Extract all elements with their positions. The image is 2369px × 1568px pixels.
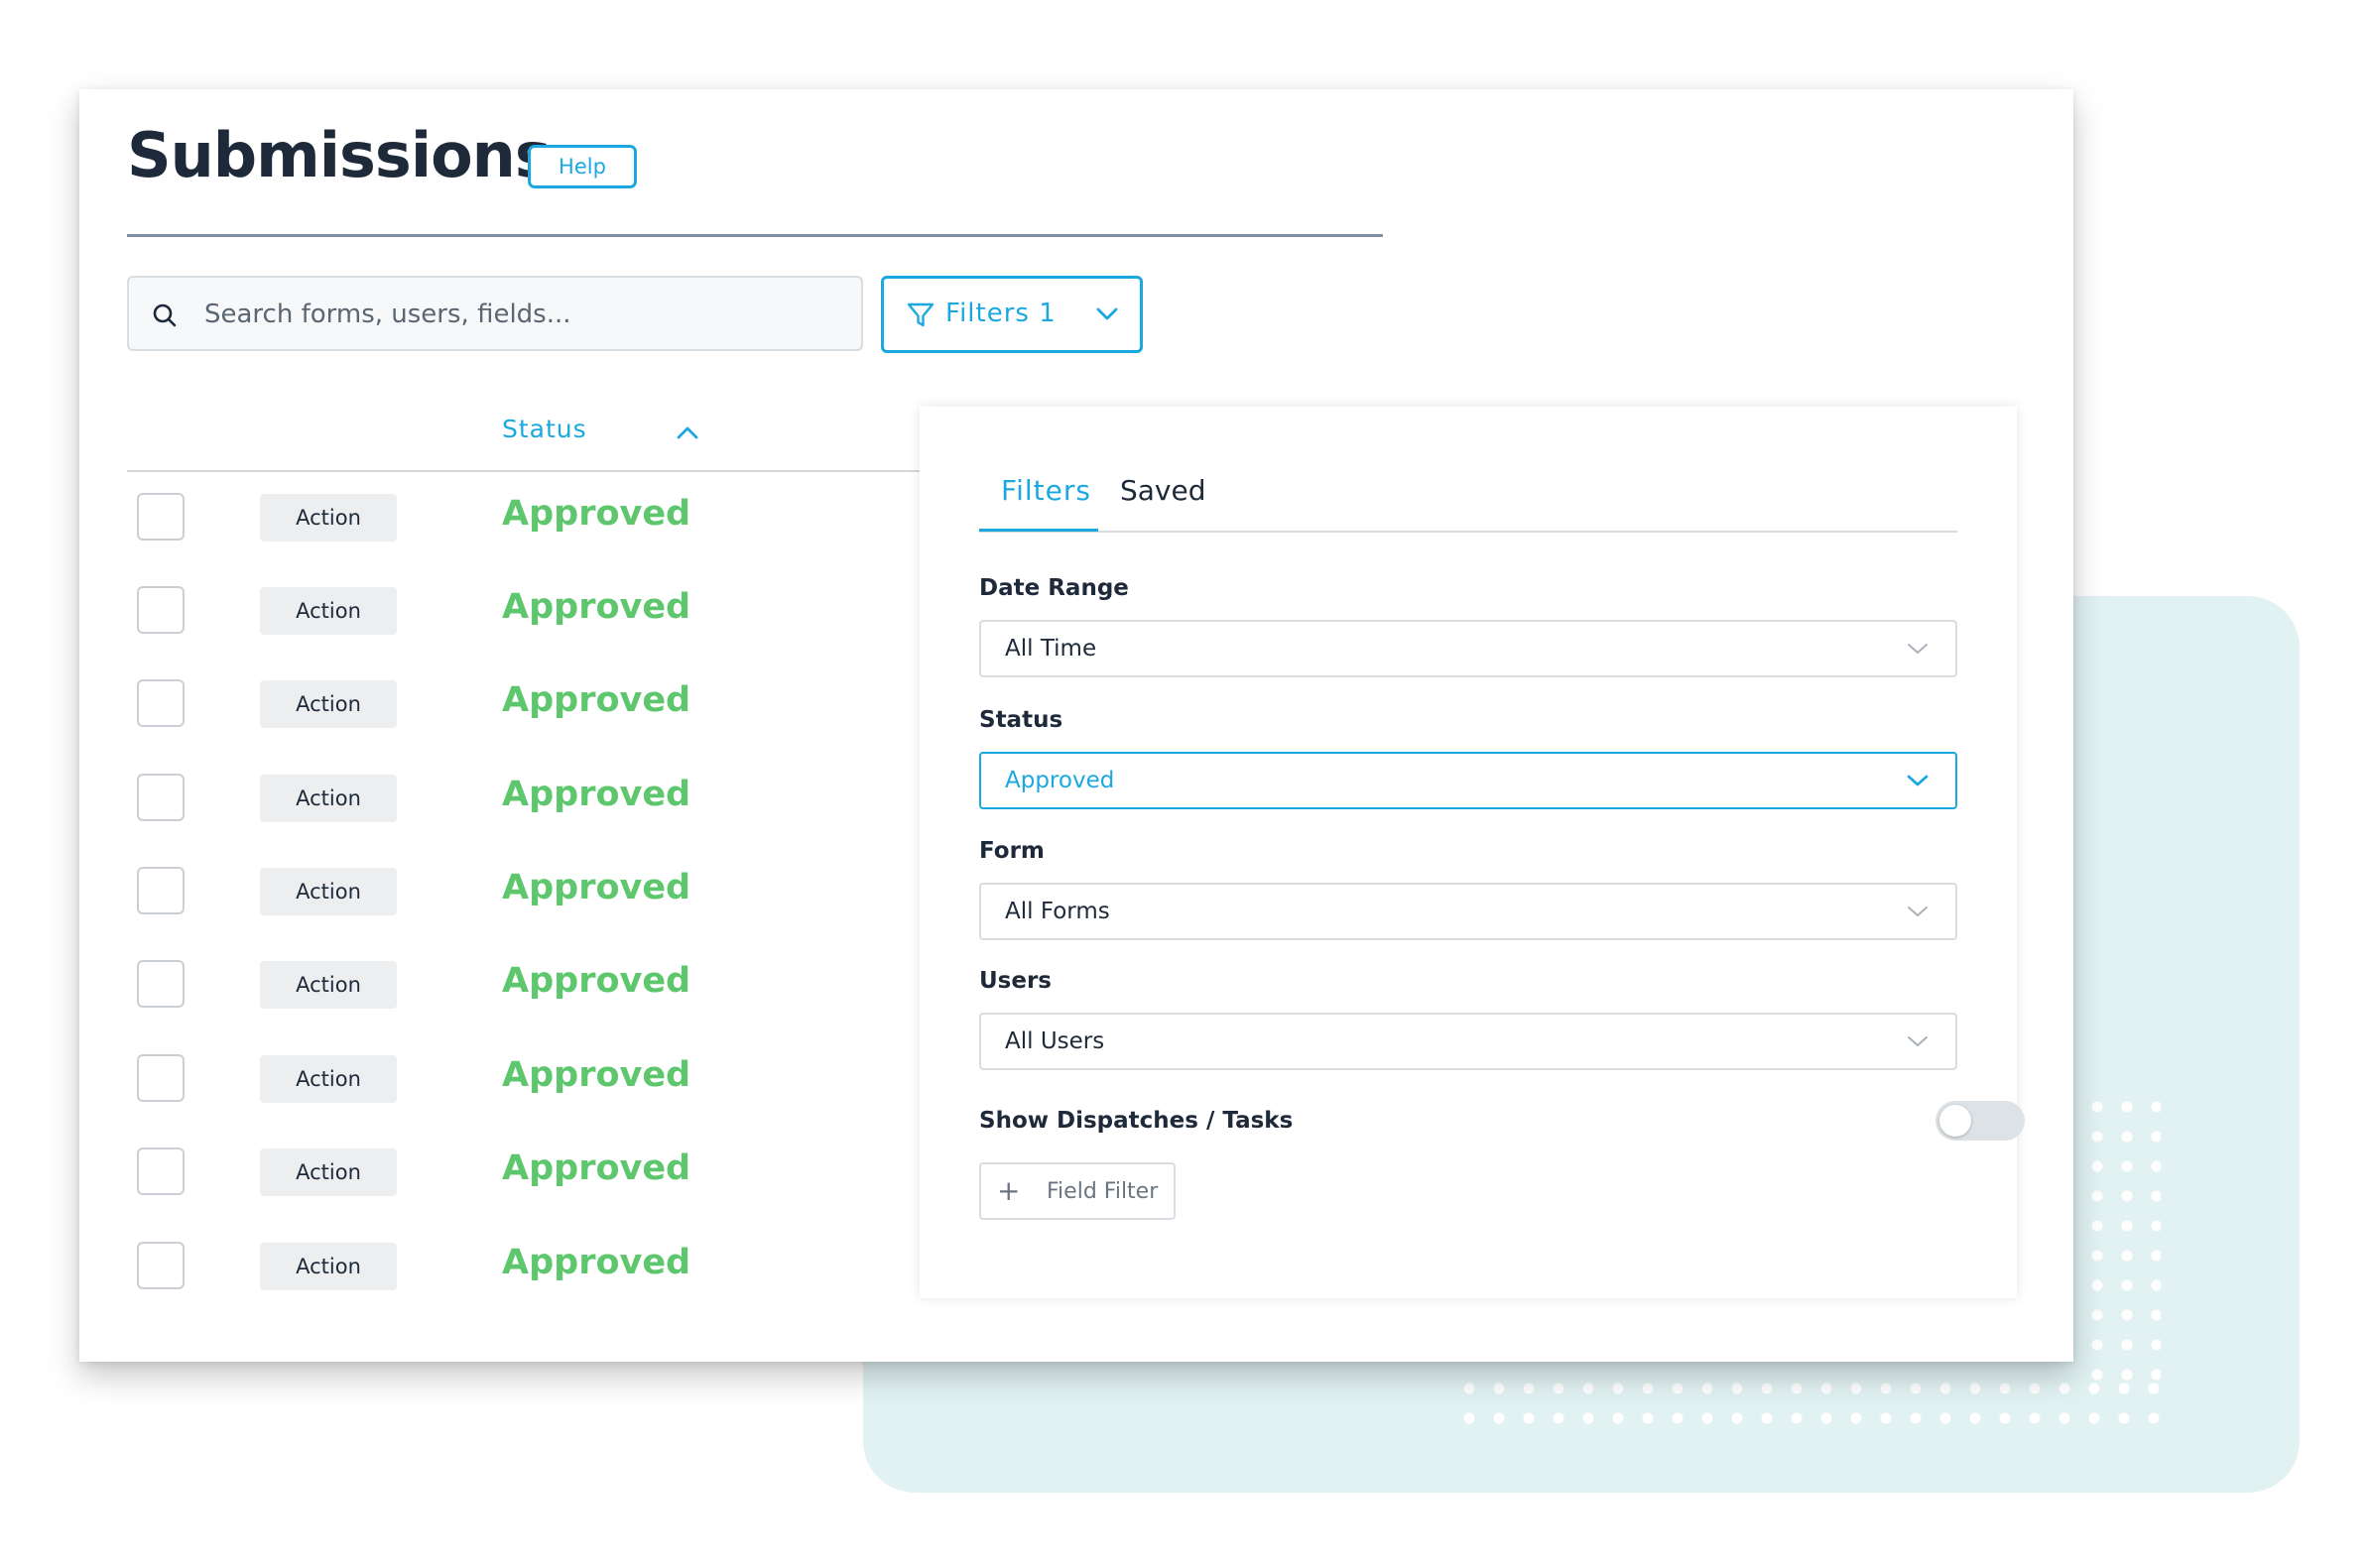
row-checkbox[interactable] xyxy=(137,1147,185,1195)
row-checkbox[interactable] xyxy=(137,867,185,914)
table-row: Action Approved xyxy=(127,488,968,547)
status-text: Approved xyxy=(502,961,691,1001)
status-text: Approved xyxy=(502,1055,691,1095)
action-button[interactable]: Action xyxy=(260,1243,397,1290)
table-row: Action Approved xyxy=(127,1237,968,1296)
action-button[interactable]: Action xyxy=(260,680,397,728)
row-checkbox[interactable] xyxy=(137,960,185,1008)
chevron-down-icon xyxy=(1907,775,1929,786)
action-button[interactable]: Action xyxy=(260,868,397,915)
submissions-card: Submissions Help Filters 1 Status Action… xyxy=(79,89,2073,1362)
row-checkbox[interactable] xyxy=(137,1054,185,1102)
chevron-down-icon xyxy=(1908,906,1928,916)
status-text: Approved xyxy=(502,587,691,627)
filter-panel-pointer xyxy=(1067,393,1095,407)
users-filter-label: Users xyxy=(979,968,1052,994)
add-field-filter-button[interactable]: + Field Filter xyxy=(979,1162,1176,1220)
table-row: Action Approved xyxy=(127,769,968,828)
search-icon xyxy=(153,303,177,327)
filters-button[interactable]: Filters 1 xyxy=(881,276,1143,353)
title-divider xyxy=(127,234,1383,237)
row-checkbox[interactable] xyxy=(137,586,185,634)
action-button[interactable]: Action xyxy=(260,494,397,542)
field-filter-label: Field Filter xyxy=(1047,1179,1159,1204)
status-text: Approved xyxy=(502,1148,691,1188)
table-row: Action Approved xyxy=(127,955,968,1015)
date-range-value: All Time xyxy=(1005,636,1097,662)
chevron-down-icon xyxy=(1908,1036,1928,1046)
table-row: Action Approved xyxy=(127,1143,968,1202)
action-button[interactable]: Action xyxy=(260,775,397,822)
status-text: Approved xyxy=(502,1243,691,1282)
filters-button-label: Filters 1 xyxy=(945,299,1057,328)
plus-icon: + xyxy=(997,1174,1021,1207)
toggle-knob xyxy=(1939,1105,1971,1137)
status-text: Approved xyxy=(502,868,691,907)
decorative-dot-grid xyxy=(2082,1092,2161,1395)
users-select-value: All Users xyxy=(1005,1028,1105,1054)
status-text: Approved xyxy=(502,494,691,534)
table-row: Action Approved xyxy=(127,1049,968,1109)
status-text: Approved xyxy=(502,775,691,814)
status-column-header[interactable]: Status xyxy=(502,415,587,443)
action-button[interactable]: Action xyxy=(260,587,397,635)
table-row: Action Approved xyxy=(127,581,968,641)
tab-filters[interactable]: Filters xyxy=(1001,474,1091,507)
decorative-dot-row xyxy=(1454,1374,2161,1435)
tab-divider xyxy=(979,531,1957,533)
search-box[interactable] xyxy=(127,276,863,351)
status-select[interactable]: Approved xyxy=(979,752,1957,809)
table-header-divider xyxy=(127,470,968,472)
row-checkbox[interactable] xyxy=(137,1242,185,1289)
row-checkbox[interactable] xyxy=(137,774,185,821)
status-text: Approved xyxy=(502,680,691,720)
status-filter-label: Status xyxy=(979,707,1063,733)
table-row: Action Approved xyxy=(127,862,968,921)
page-title: Submissions xyxy=(127,119,552,191)
form-select-value: All Forms xyxy=(1005,899,1110,924)
users-select[interactable]: All Users xyxy=(979,1013,1957,1070)
search-input[interactable] xyxy=(202,278,841,351)
funnel-icon xyxy=(907,302,935,327)
action-button[interactable]: Action xyxy=(260,961,397,1009)
chevron-down-icon xyxy=(1908,644,1928,654)
active-tab-indicator xyxy=(979,529,1098,532)
row-checkbox[interactable] xyxy=(137,493,185,541)
tab-saved[interactable]: Saved xyxy=(1120,474,1206,507)
help-button[interactable]: Help xyxy=(528,145,637,188)
form-select[interactable]: All Forms xyxy=(979,883,1957,940)
action-button[interactable]: Action xyxy=(260,1055,397,1103)
table-row: Action Approved xyxy=(127,674,968,734)
sort-ascending-icon[interactable] xyxy=(676,423,699,441)
row-checkbox[interactable] xyxy=(137,679,185,727)
show-dispatches-toggle[interactable] xyxy=(1935,1101,2025,1141)
show-dispatches-label: Show Dispatches / Tasks xyxy=(979,1108,1294,1134)
chevron-down-icon xyxy=(1096,307,1118,320)
filter-panel: Filters Saved Date Range All Time Status… xyxy=(920,407,2025,1298)
date-range-select[interactable]: All Time xyxy=(979,620,1957,677)
action-button[interactable]: Action xyxy=(260,1148,397,1196)
form-filter-label: Form xyxy=(979,838,1045,864)
status-select-value: Approved xyxy=(1005,768,1115,793)
date-range-label: Date Range xyxy=(979,575,1129,601)
